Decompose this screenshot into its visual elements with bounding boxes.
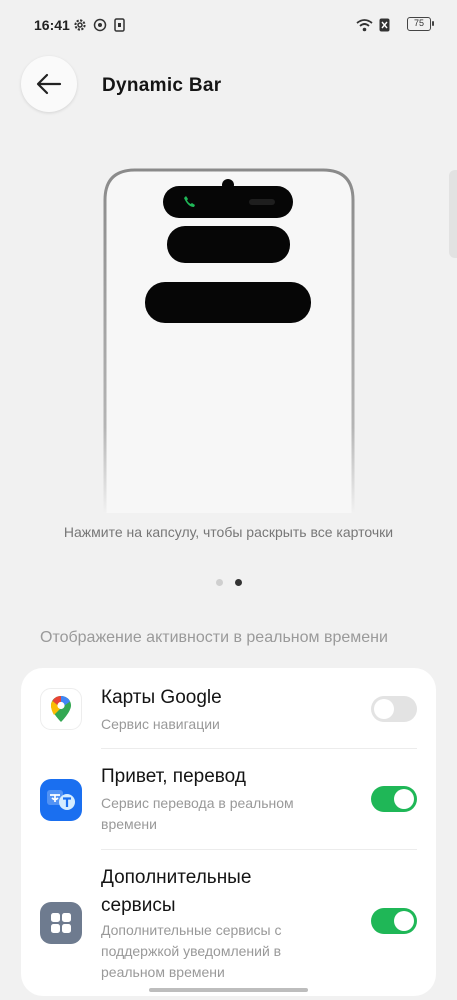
list-item-translate[interactable]: Привет, перевод Сервис перевода в реальн…: [21, 749, 436, 849]
toggle-knob: [394, 911, 414, 931]
radio-icon: [93, 17, 107, 33]
phone-call-icon: [183, 195, 196, 208]
app-subtitle: Сервис навигации: [101, 716, 220, 732]
section-label: Отображение активности в реальном времен…: [40, 629, 388, 646]
toggle-knob: [394, 789, 414, 809]
translate-icon: [40, 779, 82, 821]
edge-panel-handle[interactable]: [449, 170, 457, 258]
page-dot-active[interactable]: [234, 579, 242, 586]
extra-services-toggle[interactable]: [371, 908, 417, 934]
list-item-extra-services[interactable]: Дополнительные сервисы Дополнительные се…: [21, 850, 436, 996]
page-indicator[interactable]: [0, 579, 457, 586]
gear-icon: [73, 17, 87, 33]
capsule-content: [249, 199, 275, 205]
battery-icon: 75: [407, 17, 434, 31]
app-name: Карты Google: [101, 687, 222, 708]
arrow-left-icon: [36, 73, 62, 95]
app-name: Дополнительные сервисы: [101, 867, 252, 916]
phone-outline: [103, 168, 355, 513]
status-bar: 16:41 75: [0, 0, 457, 50]
apps-grid-icon: [40, 902, 82, 944]
status-time: 16:41: [34, 17, 70, 33]
back-button[interactable]: [21, 56, 77, 112]
app-subtitle: Сервис перевода в реальном времени: [101, 795, 294, 832]
expanded-capsule[interactable]: [145, 282, 311, 323]
page-title: Dynamic Bar: [102, 75, 222, 96]
app-name: Привет, перевод: [101, 766, 246, 787]
toggle-knob: [374, 699, 394, 719]
google-maps-icon: [40, 688, 82, 730]
apps-card: Карты Google Сервис навигации Привет, пе…: [21, 668, 436, 996]
translate-toggle[interactable]: [371, 786, 417, 812]
list-item-google-maps[interactable]: Карты Google Сервис навигации: [21, 668, 436, 748]
sim-card-icon: [114, 17, 125, 33]
app-subtitle: Дополнительные сервисы с поддержкой увед…: [101, 922, 282, 980]
page-dot[interactable]: [215, 579, 223, 586]
call-capsule[interactable]: [163, 186, 293, 218]
no-sim-icon: [379, 17, 390, 33]
preview-hint: Нажмите на капсулу, чтобы раскрыть все к…: [63, 524, 394, 540]
home-indicator[interactable]: [149, 988, 308, 992]
wifi-icon: [356, 17, 373, 33]
google-maps-toggle[interactable]: [371, 696, 417, 722]
activity-capsule[interactable]: [167, 226, 290, 263]
dynamic-bar-preview[interactable]: [103, 168, 355, 513]
